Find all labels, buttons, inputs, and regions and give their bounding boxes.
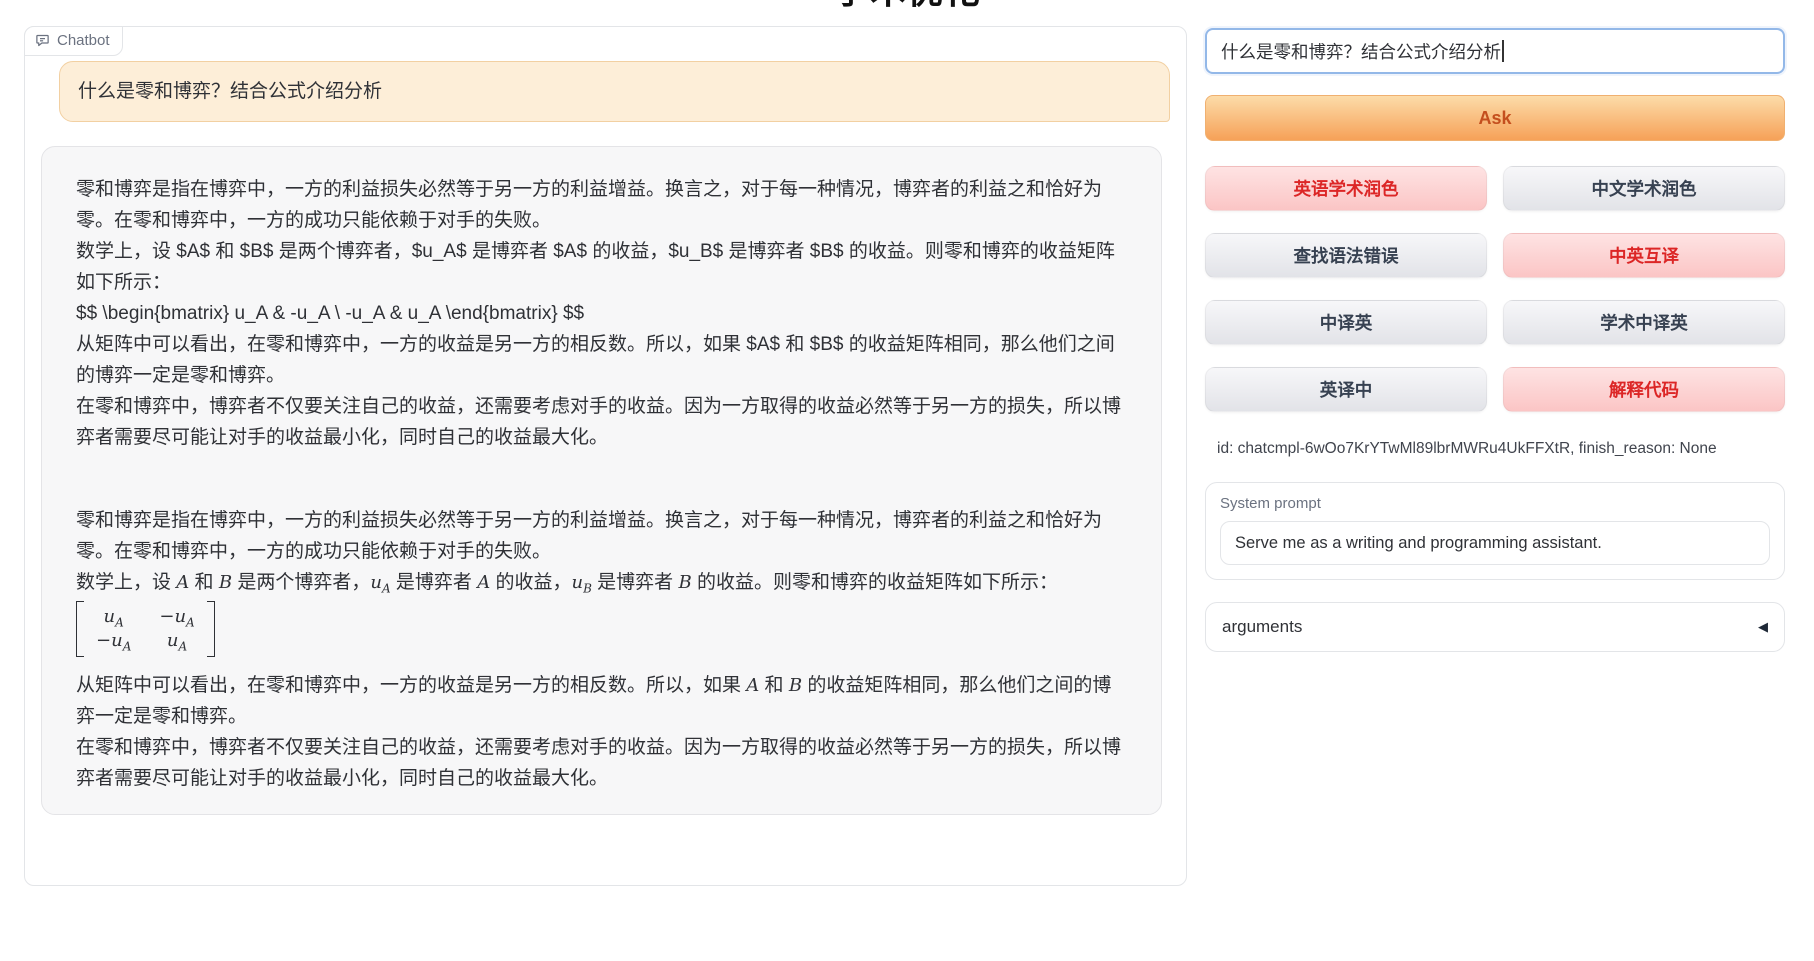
chat-bubble-icon	[35, 33, 50, 48]
inline-math: A	[176, 572, 189, 593]
inline-math: uA	[104, 605, 124, 629]
fn-button-find-grammar-errors[interactable]: 查找语法错误	[1205, 233, 1487, 278]
fn-button-zh-to-en[interactable]: 中译英	[1205, 300, 1487, 345]
ask-button[interactable]: Ask	[1205, 95, 1785, 141]
bot-raw-line: $$ \begin{bmatrix} u_A & -u_A \ -u_A & u…	[76, 298, 1127, 329]
user-message-row: 什么是零和博弈？结合公式介绍分析	[59, 61, 1170, 122]
inline-math: uA	[167, 629, 187, 653]
fn-button-chinese-academic-polish[interactable]: 中文学术润色	[1503, 166, 1785, 211]
chatbot-label-text: Chatbot	[57, 32, 110, 49]
inline-math: B	[219, 572, 232, 593]
bot-raw-line: 从矩阵中可以看出，在零和博弈中，一方的收益是另一方的相反数。所以，如果 $A$ …	[76, 329, 1127, 391]
bot-raw-line: 零和博弈是指在博弈中，一方的利益损失必然等于另一方的利益增益。换言之，对于每一种…	[76, 174, 1127, 236]
chatbot-panel: Chatbot 什么是零和博弈？结合公式介绍分析 零和博弈是指在博弈中，一方的利…	[24, 26, 1187, 886]
bot-raw-line: 数学上，设 $A$ 和 $B$ 是两个博弈者，$u_A$ 是博弈者 $A$ 的收…	[76, 236, 1127, 298]
fn-button-en-to-zh[interactable]: 英译中	[1205, 367, 1487, 412]
response-meta: id: chatcmpl-6wOo7KrYTwMl89lbrMWRu4UkFFX…	[1205, 440, 1785, 458]
math-matrix: uA−uA−uAuA	[76, 601, 1127, 667]
message-block-gap	[76, 453, 1127, 505]
accordion-collapse-icon: ◀	[1758, 619, 1768, 635]
inline-math: −uA	[96, 629, 131, 653]
bot-rendered-block: 零和博弈是指在博弈中，一方的利益损失必然等于另一方的利益增益。换言之，对于每一种…	[76, 505, 1127, 794]
fn-button-academic-zh-to-en[interactable]: 学术中译英	[1503, 300, 1785, 345]
control-column: 什么是零和博弈？结合公式介绍分析 Ask 英语学术润色 中文学术润色 查找语法错…	[1205, 28, 1785, 652]
bot-message-bubble[interactable]: 零和博弈是指在博弈中，一方的利益损失必然等于另一方的利益增益。换言之，对于每一种…	[41, 146, 1162, 815]
bot-raw-block: 零和博弈是指在博弈中，一方的利益损失必然等于另一方的利益增益。换言之，对于每一种…	[76, 174, 1127, 453]
text-caret	[1502, 40, 1504, 62]
inline-math: −uA	[159, 605, 194, 629]
bot-raw-line: 在零和博弈中，博弈者不仅要关注自己的收益，还需要考虑对手的收益。因为一方取得的收…	[76, 391, 1127, 453]
inline-math: uA	[370, 572, 390, 593]
system-prompt-card: System prompt Serve me as a writing and …	[1205, 482, 1785, 580]
question-input[interactable]: 什么是零和博弈？结合公式介绍分析	[1205, 28, 1785, 74]
system-prompt-input[interactable]: Serve me as a writing and programming as…	[1220, 521, 1770, 565]
question-input-value: 什么是零和博弈？结合公式介绍分析	[1221, 39, 1501, 64]
inline-math: A	[746, 675, 759, 696]
bot-paragraph: 在零和博弈中，博弈者不仅要关注自己的收益，还需要考虑对手的收益。因为一方取得的收…	[76, 732, 1127, 794]
bot-paragraph: 数学上，设 A 和 B 是两个博弈者，uA 是博弈者 A 的收益，uB 是博弈者…	[76, 567, 1127, 598]
user-message-bubble[interactable]: 什么是零和博弈？结合公式介绍分析	[59, 61, 1170, 122]
arguments-accordion-label: arguments	[1222, 617, 1302, 637]
arguments-accordion[interactable]: arguments ◀	[1205, 602, 1785, 652]
chatbot-label: Chatbot	[24, 26, 123, 56]
inline-math: B	[789, 675, 802, 696]
fn-button-explain-code[interactable]: 解释代码	[1503, 367, 1785, 412]
inline-math: uB	[571, 572, 591, 593]
bot-paragraph: 从矩阵中可以看出，在零和博弈中，一方的收益是另一方的相反数。所以，如果 A 和 …	[76, 670, 1127, 732]
inline-math: B	[678, 572, 691, 593]
bot-paragraph: 零和博弈是指在博弈中，一方的利益损失必然等于另一方的利益增益。换言之，对于每一种…	[76, 505, 1127, 567]
system-prompt-label: System prompt	[1220, 495, 1770, 512]
bot-message-row: 零和博弈是指在博弈中，一方的利益损失必然等于另一方的利益增益。换言之，对于每一种…	[41, 146, 1162, 815]
fn-button-zh-en-mutual-translate[interactable]: 中英互译	[1503, 233, 1785, 278]
page-title-clipped: 学术优化	[0, 0, 1814, 9]
function-button-grid: 英语学术润色 中文学术润色 查找语法错误 中英互译 中译英 学术中译英 英译中 …	[1205, 166, 1785, 412]
inline-math: A	[477, 572, 490, 593]
fn-button-english-academic-polish[interactable]: 英语学术润色	[1205, 166, 1487, 211]
